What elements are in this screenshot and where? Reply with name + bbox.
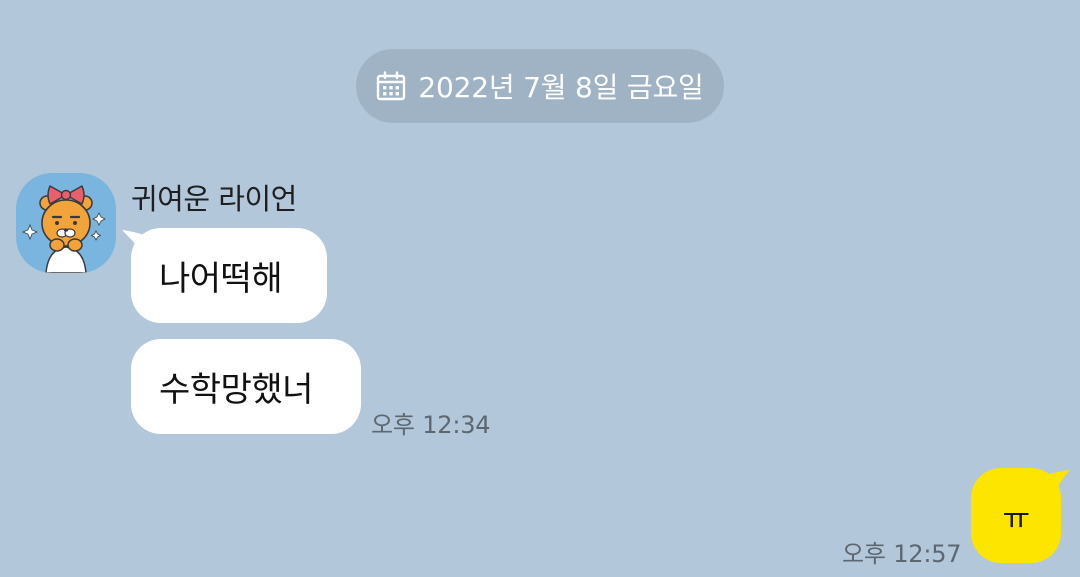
- date-divider: 2022년 7월 8일 금요일: [356, 49, 724, 123]
- received-message-bubble[interactable]: 나어떡해: [131, 228, 327, 323]
- date-text: 2022년 7월 8일 금요일: [418, 71, 704, 104]
- calendar-icon: [376, 71, 406, 101]
- message-text: 나어떡해: [159, 259, 283, 299]
- message-text: ㅠ: [1002, 501, 1030, 537]
- message-timestamp: 오후 12:57: [842, 540, 962, 568]
- ryan-avatar[interactable]: [16, 173, 116, 273]
- sent-message-bubble[interactable]: ㅠ: [971, 468, 1061, 563]
- message-text: 수학망했너: [159, 370, 313, 410]
- message-timestamp: 오후 12:34: [371, 411, 491, 439]
- received-message-bubble[interactable]: 수학망했너: [131, 339, 361, 434]
- sender-name: 귀여운 라이언: [131, 182, 297, 216]
